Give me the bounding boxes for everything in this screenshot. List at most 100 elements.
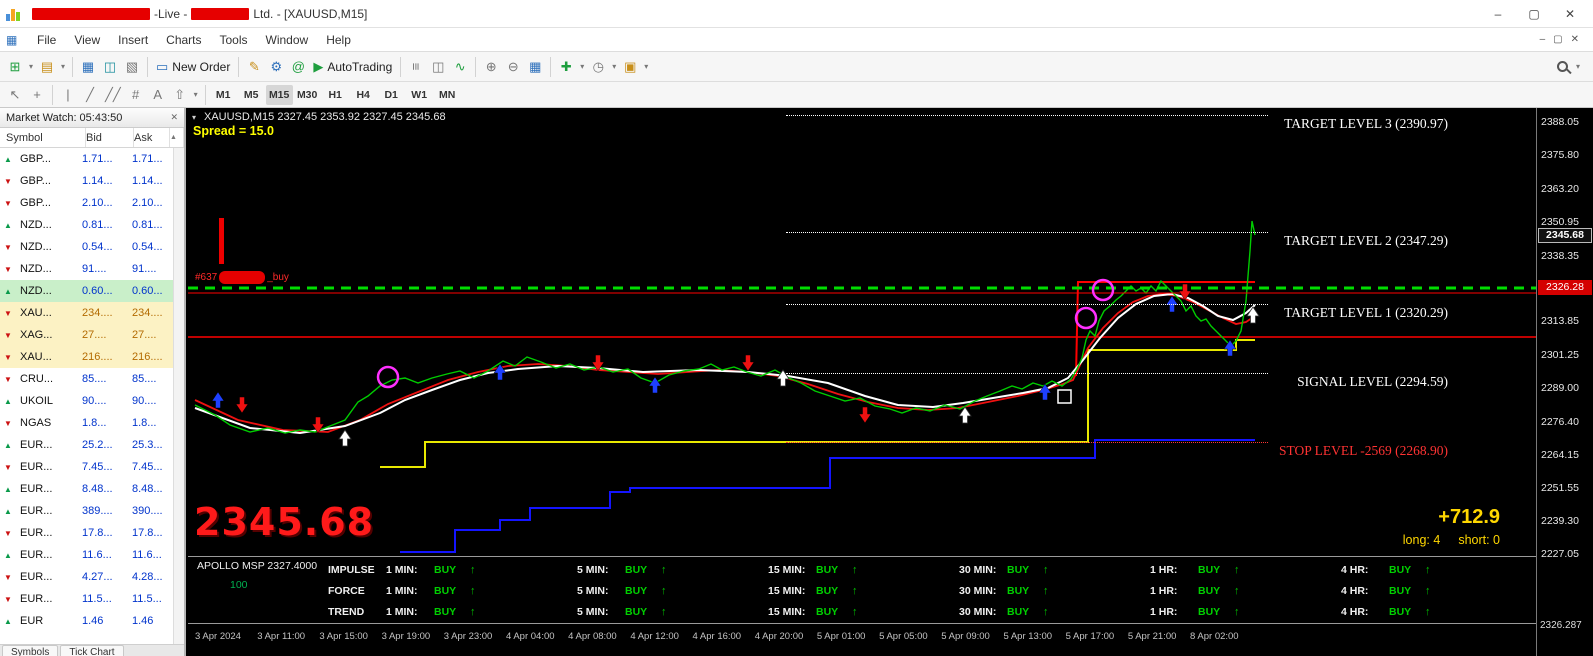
price-direction-icon: ▲ bbox=[4, 440, 12, 450]
metaeditor-button[interactable]: ✎ bbox=[243, 55, 265, 79]
timeframe-button[interactable]: D1 bbox=[378, 85, 405, 105]
market-watch-row[interactable]: ▼ NZD... 91.... 91.... bbox=[0, 258, 173, 280]
close-button[interactable]: ✕ bbox=[1553, 3, 1587, 25]
periods-caret-icon[interactable]: ▾ bbox=[609, 55, 619, 79]
autotrading-button[interactable]: ▶ AutoTrading bbox=[309, 55, 396, 79]
market-watch-close-icon[interactable]: ✕ bbox=[170, 112, 178, 123]
timeframe-button[interactable]: M30 bbox=[294, 85, 321, 105]
templates-caret-icon[interactable]: ▾ bbox=[641, 55, 651, 79]
market-watch-row[interactable]: ▲ EUR... 8.48... 8.48... bbox=[0, 478, 173, 500]
market-watch-row[interactable]: ▼ NZD... 0.54... 0.54... bbox=[0, 236, 173, 258]
symbol-name: EUR... bbox=[20, 439, 53, 451]
timeframe-button[interactable]: H1 bbox=[322, 85, 349, 105]
menu-item[interactable]: View bbox=[65, 31, 109, 49]
market-watch-row[interactable]: ▼ EUR... 4.27... 4.28... bbox=[0, 566, 173, 588]
timeframe-button[interactable]: M5 bbox=[238, 85, 265, 105]
market-watch-row[interactable]: ▲ EUR... 11.6... 11.6... bbox=[0, 544, 173, 566]
chart-line-button[interactable]: ∿ bbox=[449, 55, 471, 79]
market-watch-panel: Market Watch: 05:43:50 ✕ Symbol Bid Ask … bbox=[0, 108, 186, 656]
market-watch-row[interactable]: ▼ EUR... 11.5... 11.5... bbox=[0, 588, 173, 610]
data-window-toggle-button[interactable]: ◫ bbox=[99, 55, 121, 79]
scroll-up-icon[interactable]: ▲ bbox=[170, 128, 184, 147]
market-watch-row[interactable]: ▲ GBP... 1.71... 1.71... bbox=[0, 148, 173, 170]
tile-windows-button[interactable]: ▦ bbox=[524, 55, 546, 79]
cursor-tool-button[interactable]: ↖ bbox=[4, 83, 26, 107]
market-watch-row[interactable]: ▼ EUR... 17.8... 17.8... bbox=[0, 522, 173, 544]
market-watch-row[interactable]: ▲ EUR... 25.2... 25.3... bbox=[0, 434, 173, 456]
tab-tick-chart[interactable]: Tick Chart bbox=[60, 645, 124, 656]
signal-up-arrow-icon: ↑ bbox=[1043, 563, 1049, 576]
time-axis-label: 3 Apr 2024 bbox=[195, 630, 241, 642]
search-button[interactable] bbox=[1551, 55, 1573, 79]
market-watch-row[interactable]: ▲ EUR 1.46 1.46 bbox=[0, 610, 173, 632]
signal-value: BUY bbox=[1198, 584, 1221, 597]
indicators-caret-icon[interactable]: ▾ bbox=[577, 55, 587, 79]
arrows-tool-button[interactable]: ⇧ bbox=[169, 83, 191, 107]
market-watch-row[interactable]: ▼ XAU... 216.... 216.... bbox=[0, 346, 173, 368]
price-scale[interactable]: 2388.05 2375.80 2363.20 2350.95 2338.35 2313.… bbox=[1536, 108, 1593, 656]
market-watch-row[interactable]: ▼ XAG... 27.... 27.... bbox=[0, 324, 173, 346]
market-watch-row[interactable]: ▲ UKOIL 90.... 90.... bbox=[0, 390, 173, 412]
new-chart-button[interactable]: ⊞ bbox=[4, 55, 26, 79]
bid-value: 27.... bbox=[82, 329, 107, 341]
chart-bars-button[interactable]: ≡ bbox=[405, 55, 427, 79]
profiles-button[interactable]: ▤ bbox=[36, 55, 58, 79]
market-watch-scrollbar[interactable] bbox=[173, 148, 184, 644]
profiles-caret-icon[interactable]: ▾ bbox=[58, 55, 68, 79]
arrows-tool-caret-icon[interactable]: ▾ bbox=[191, 83, 201, 107]
menu-item[interactable]: Window bbox=[257, 31, 318, 49]
signal-up-arrow-icon: ↑ bbox=[1234, 584, 1240, 597]
market-watch-toggle-button[interactable]: ▦ bbox=[77, 55, 99, 79]
indicators-button[interactable]: ✚ bbox=[555, 55, 577, 79]
trendline-tool-button[interactable]: ╱ bbox=[79, 83, 101, 107]
menu-item[interactable]: Charts bbox=[157, 31, 210, 49]
time-axis-label: 5 Apr 05:00 bbox=[879, 630, 928, 642]
maximize-button[interactable]: ▢ bbox=[1517, 3, 1551, 25]
timeframe-button[interactable]: H4 bbox=[350, 85, 377, 105]
community-button[interactable]: @ bbox=[287, 55, 309, 79]
market-watch-row[interactable]: ▼ GBP... 2.10... 2.10... bbox=[0, 192, 173, 214]
market-watch-row[interactable]: ▼ GBP... 1.14... 1.14... bbox=[0, 170, 173, 192]
bid-value: 25.2... bbox=[82, 439, 113, 451]
templates-button[interactable]: ▣ bbox=[619, 55, 641, 79]
timeframe-button[interactable]: M15 bbox=[265, 84, 293, 105]
menu-item[interactable]: File bbox=[28, 31, 65, 49]
zoom-in-button[interactable]: ⊕ bbox=[480, 55, 502, 79]
chart-minimize-icon[interactable]: – bbox=[1540, 34, 1546, 45]
market-watch-row[interactable]: ▼ CRU... 85.... 85.... bbox=[0, 368, 173, 390]
toolbar-overflow-caret-icon[interactable]: ▾ bbox=[1573, 55, 1583, 79]
chart-close-icon[interactable]: ✕ bbox=[1571, 34, 1579, 45]
timeframe-button[interactable]: W1 bbox=[406, 85, 433, 105]
market-watch-row[interactable]: ▲ NZD... 0.81... 0.81... bbox=[0, 214, 173, 236]
ask-value: 11.5... bbox=[132, 593, 162, 605]
text-tool-button[interactable]: A bbox=[147, 83, 169, 107]
timeframe-button[interactable]: M1 bbox=[210, 85, 237, 105]
new-order-button[interactable]: ▭ New Order bbox=[152, 55, 234, 79]
channel-tool-button[interactable]: ╱╱ bbox=[101, 83, 125, 107]
chart-restore-icon[interactable]: ▢ bbox=[1553, 34, 1562, 45]
crosshair-tool-button[interactable]: + bbox=[26, 83, 48, 107]
menu-item[interactable]: Help bbox=[317, 31, 360, 49]
market-watch-row[interactable]: ▲ NZD... 0.60... 0.60... bbox=[0, 280, 173, 302]
vertical-line-tool-button[interactable]: | bbox=[57, 83, 79, 107]
periods-button[interactable]: ◷ bbox=[587, 55, 609, 79]
minimize-button[interactable]: – bbox=[1481, 3, 1515, 25]
market-watch-row[interactable]: ▼ XAU... 234.... 234.... bbox=[0, 302, 173, 324]
tab-symbols[interactable]: Symbols bbox=[2, 645, 59, 656]
menu-item[interactable]: Tools bbox=[211, 31, 257, 49]
time-axis[interactable]: 3 Apr 2024 3 Apr 11:00 3 Apr 15:00 3 Apr 19… bbox=[188, 625, 1536, 647]
chart-canvas[interactable]: ▾ XAUUSD,M15 2327.45 2353.92 2327.45 234… bbox=[188, 108, 1536, 656]
new-chart-caret-icon[interactable]: ▾ bbox=[26, 55, 36, 79]
signal-value: BUY bbox=[1198, 605, 1221, 618]
market-watch-row[interactable]: ▼ EUR... 7.45... 7.45... bbox=[0, 456, 173, 478]
market-watch-row[interactable]: ▲ EUR... 389.... 390.... bbox=[0, 500, 173, 522]
timeframe-button[interactable]: MN bbox=[434, 85, 461, 105]
options-button[interactable]: ⚙ bbox=[265, 55, 287, 79]
zoom-out-button[interactable]: ⊖ bbox=[502, 55, 524, 79]
navigator-toggle-button[interactable]: ▧ bbox=[121, 55, 143, 79]
symbol-name: EUR... bbox=[20, 505, 53, 517]
market-watch-row[interactable]: ▼ NGAS 1.8... 1.8... bbox=[0, 412, 173, 434]
chart-candlesticks-button[interactable]: ◫ bbox=[427, 55, 449, 79]
fibonacci-tool-button[interactable]: # bbox=[125, 83, 147, 107]
menu-item[interactable]: Insert bbox=[109, 31, 157, 49]
